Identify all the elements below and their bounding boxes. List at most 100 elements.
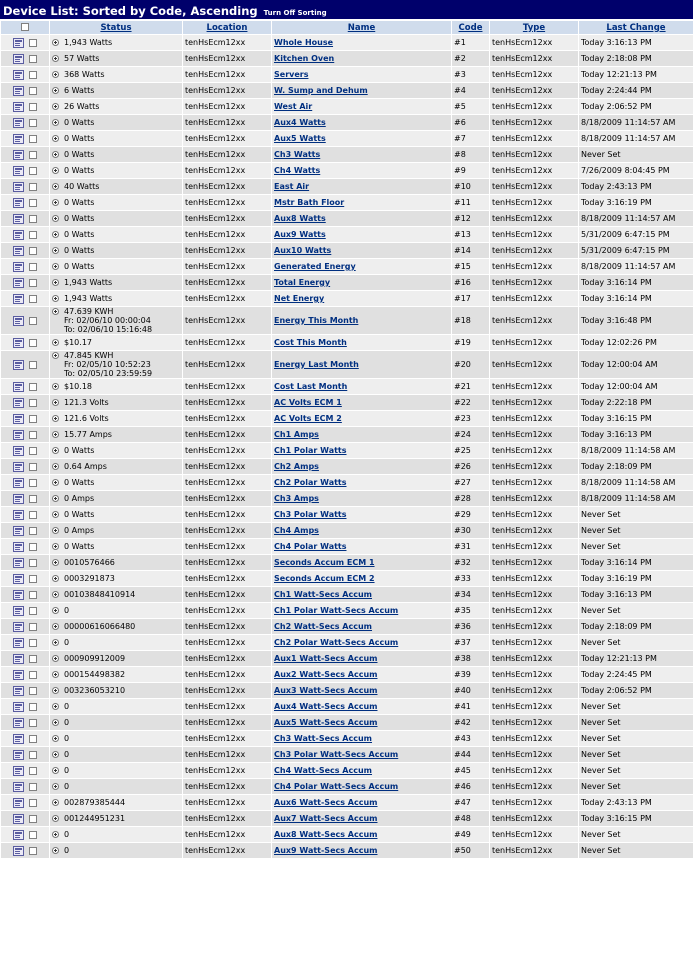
row-select-checkbox[interactable] <box>29 766 37 775</box>
device-name-link[interactable]: Ch1 Polar Watts <box>274 446 347 455</box>
device-properties-icon[interactable] <box>13 359 24 370</box>
device-name-link[interactable]: AC Volts ECM 2 <box>274 414 342 423</box>
row-select-checkbox[interactable] <box>29 478 37 487</box>
expand-status-icon[interactable] <box>52 511 59 518</box>
device-properties-icon[interactable] <box>13 381 24 392</box>
device-properties-icon[interactable] <box>13 701 24 712</box>
device-properties-icon[interactable] <box>13 149 24 160</box>
device-properties-icon[interactable] <box>13 573 24 584</box>
device-name-link[interactable]: Ch3 Polar Watt-Secs Accum <box>274 750 398 759</box>
device-name-link[interactable]: Ch3 Watts <box>274 150 320 159</box>
row-select-checkbox[interactable] <box>29 750 37 759</box>
device-properties-icon[interactable] <box>13 445 24 456</box>
row-select-checkbox[interactable] <box>29 446 37 455</box>
row-select-checkbox[interactable] <box>29 846 37 855</box>
row-select-checkbox[interactable] <box>29 526 37 535</box>
row-select-checkbox[interactable] <box>29 102 37 111</box>
row-select-checkbox[interactable] <box>29 702 37 711</box>
row-select-checkbox[interactable] <box>29 398 37 407</box>
device-properties-icon[interactable] <box>13 213 24 224</box>
device-properties-icon[interactable] <box>13 293 24 304</box>
row-select-checkbox[interactable] <box>29 654 37 663</box>
expand-status-icon[interactable] <box>52 751 59 758</box>
device-name-link[interactable]: Ch2 Polar Watts <box>274 478 347 487</box>
row-select-checkbox[interactable] <box>29 798 37 807</box>
expand-status-icon[interactable] <box>52 623 59 630</box>
row-select-checkbox[interactable] <box>29 510 37 519</box>
expand-status-icon[interactable] <box>52 352 59 359</box>
row-select-checkbox[interactable] <box>29 166 37 175</box>
row-select-checkbox[interactable] <box>29 606 37 615</box>
row-select-checkbox[interactable] <box>29 670 37 679</box>
device-properties-icon[interactable] <box>13 69 24 80</box>
device-properties-icon[interactable] <box>13 813 24 824</box>
row-select-checkbox[interactable] <box>29 494 37 503</box>
device-name-link[interactable]: Aux10 Watts <box>274 246 331 255</box>
row-select-checkbox[interactable] <box>29 230 37 239</box>
row-select-checkbox[interactable] <box>29 734 37 743</box>
device-name-link[interactable]: Aux8 Watt-Secs Accum <box>274 830 378 839</box>
expand-status-icon[interactable] <box>52 655 59 662</box>
row-select-checkbox[interactable] <box>29 718 37 727</box>
row-select-checkbox[interactable] <box>29 86 37 95</box>
code-column-header[interactable]: Code <box>452 21 489 34</box>
status-column-header[interactable]: Status <box>50 21 182 34</box>
expand-status-icon[interactable] <box>52 719 59 726</box>
type-column-header[interactable]: Type <box>490 21 578 34</box>
device-name-link[interactable]: Aux5 Watt-Secs Accum <box>274 718 378 727</box>
device-name-link[interactable]: Aux4 Watt-Secs Accum <box>274 702 378 711</box>
device-name-link[interactable]: Aux8 Watts <box>274 214 326 223</box>
device-properties-icon[interactable] <box>13 337 24 348</box>
device-name-link[interactable]: Aux2 Watt-Secs Accum <box>274 670 378 679</box>
device-properties-icon[interactable] <box>13 845 24 856</box>
device-name-link[interactable]: Servers <box>274 70 308 79</box>
row-select-checkbox[interactable] <box>29 382 37 391</box>
device-name-link[interactable]: Aux7 Watt-Secs Accum <box>274 814 378 823</box>
device-name-link[interactable]: Ch2 Polar Watt-Secs Accum <box>274 638 398 647</box>
device-properties-icon[interactable] <box>13 53 24 64</box>
device-properties-icon[interactable] <box>13 525 24 536</box>
expand-status-icon[interactable] <box>52 247 59 254</box>
device-properties-icon[interactable] <box>13 765 24 776</box>
device-properties-icon[interactable] <box>13 541 24 552</box>
device-name-link[interactable]: Aux6 Watt-Secs Accum <box>274 798 378 807</box>
row-select-checkbox[interactable] <box>29 214 37 223</box>
device-properties-icon[interactable] <box>13 749 24 760</box>
device-name-link[interactable]: Seconds Accum ECM 1 <box>274 558 375 567</box>
expand-status-icon[interactable] <box>52 767 59 774</box>
device-properties-icon[interactable] <box>13 653 24 664</box>
expand-status-icon[interactable] <box>52 527 59 534</box>
device-properties-icon[interactable] <box>13 397 24 408</box>
device-name-link[interactable]: Ch2 Amps <box>274 462 319 471</box>
device-name-link[interactable]: Energy This Month <box>274 316 358 325</box>
expand-status-icon[interactable] <box>52 607 59 614</box>
device-name-link[interactable]: Ch2 Watt-Secs Accum <box>274 622 372 631</box>
row-select-checkbox[interactable] <box>29 638 37 647</box>
expand-status-icon[interactable] <box>52 431 59 438</box>
device-name-link[interactable]: Ch1 Amps <box>274 430 319 439</box>
device-name-link[interactable]: Ch4 Watt-Secs Accum <box>274 766 372 775</box>
row-select-checkbox[interactable] <box>29 316 37 325</box>
device-properties-icon[interactable] <box>13 197 24 208</box>
row-select-checkbox[interactable] <box>29 278 37 287</box>
device-properties-icon[interactable] <box>13 637 24 648</box>
expand-status-icon[interactable] <box>52 687 59 694</box>
expand-status-icon[interactable] <box>52 119 59 126</box>
expand-status-icon[interactable] <box>52 87 59 94</box>
expand-status-icon[interactable] <box>52 639 59 646</box>
expand-status-icon[interactable] <box>52 671 59 678</box>
device-name-link[interactable]: Aux9 Watts <box>274 230 326 239</box>
device-properties-icon[interactable] <box>13 669 24 680</box>
row-select-checkbox[interactable] <box>29 294 37 303</box>
expand-status-icon[interactable] <box>52 39 59 46</box>
device-name-link[interactable]: Cost This Month <box>274 338 347 347</box>
device-name-link[interactable]: Total Energy <box>274 278 330 287</box>
row-select-checkbox[interactable] <box>29 414 37 423</box>
row-select-checkbox[interactable] <box>29 70 37 79</box>
device-name-link[interactable]: Aux9 Watt-Secs Accum <box>274 846 378 855</box>
expand-status-icon[interactable] <box>52 55 59 62</box>
row-select-checkbox[interactable] <box>29 118 37 127</box>
expand-status-icon[interactable] <box>52 151 59 158</box>
device-properties-icon[interactable] <box>13 413 24 424</box>
device-name-link[interactable]: West Air <box>274 102 312 111</box>
